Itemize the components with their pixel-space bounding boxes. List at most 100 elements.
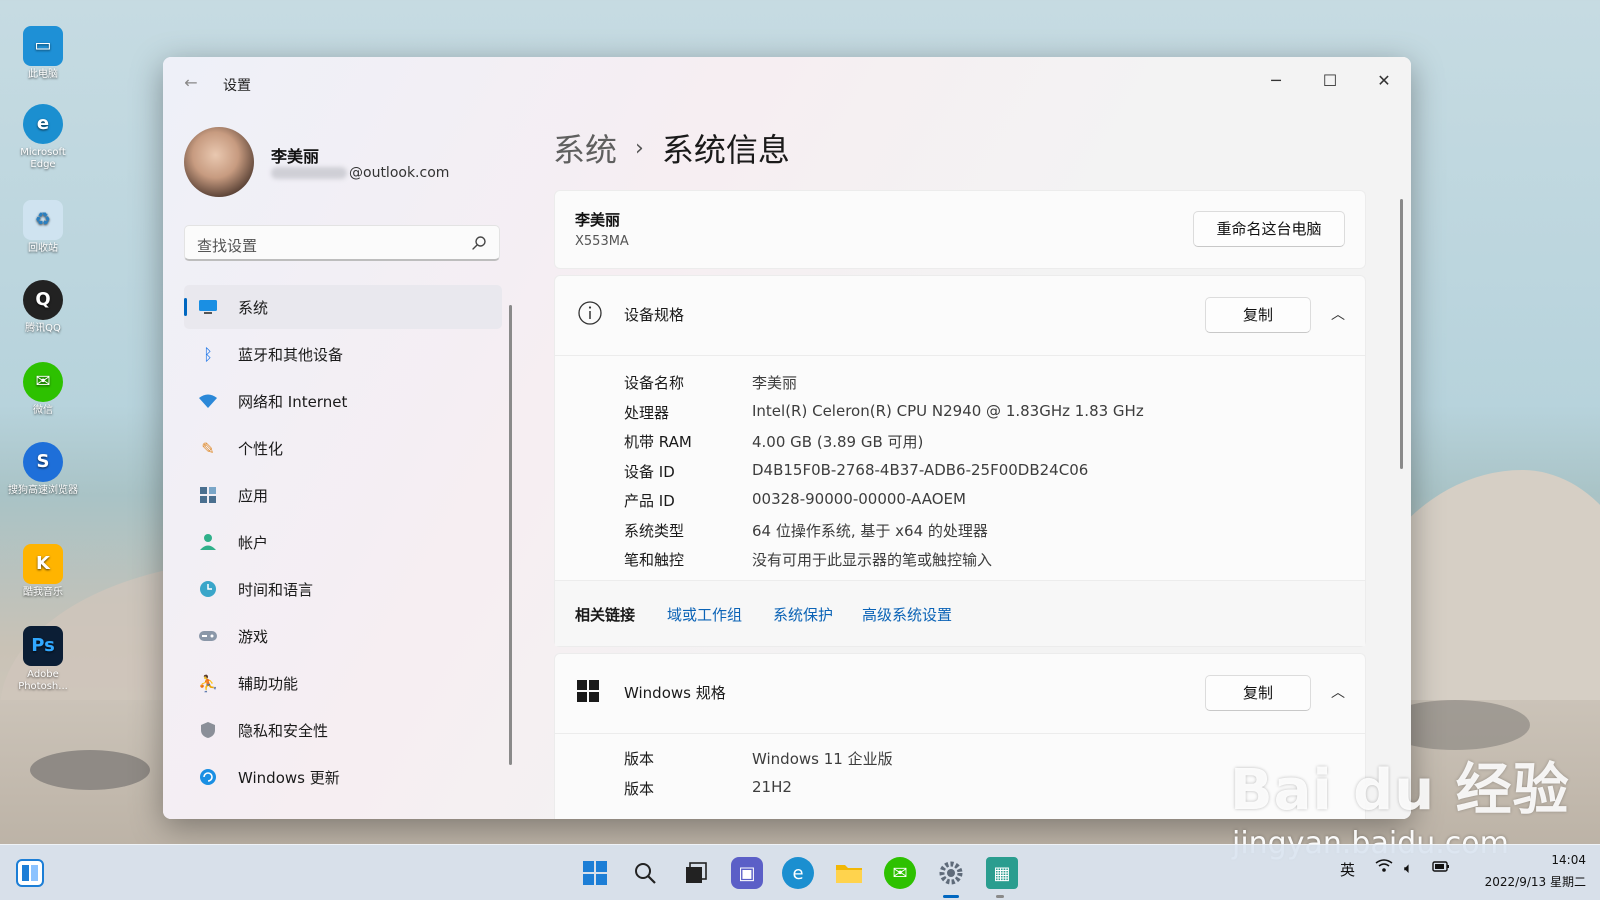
email-redaction: [271, 167, 347, 179]
spec-value: 4.00 GB (3.89 GB 可用): [752, 433, 924, 451]
sidebar-item-privacy[interactable]: 隐私和安全性: [184, 708, 502, 752]
link-advanced-system-settings[interactable]: 高级系统设置: [862, 604, 952, 625]
spec-value: Windows 11 企业版: [752, 750, 893, 768]
sidebar-scrollbar[interactable]: [509, 305, 512, 765]
app-title: 设置: [223, 78, 251, 94]
maximize-button[interactable]: ☐: [1307, 65, 1353, 97]
email-domain: @outlook.com: [349, 165, 450, 181]
sidebar-item-label: 辅助功能: [238, 674, 299, 693]
desktop-icon-recycle-bin[interactable]: ♻ 回收站: [8, 200, 78, 255]
back-arrow-icon[interactable]: ←: [179, 71, 203, 95]
clock-time[interactable]: 14:04: [1551, 853, 1586, 867]
sidebar-item-bluetooth[interactable]: ᛒ 蓝牙和其他设备: [184, 332, 502, 376]
sidebar-item-system[interactable]: 系统: [184, 285, 502, 329]
spec-label: 处理器: [624, 403, 670, 422]
sidebar-item-label: 游戏: [238, 627, 269, 646]
desktop-icon-qq[interactable]: Q 腾讯QQ: [8, 280, 78, 335]
breadcrumb: 系统 › 系统信息: [553, 125, 790, 171]
brush-icon: ✎: [201, 438, 215, 458]
spec-value: 21H2: [752, 777, 792, 796]
edge-icon[interactable]: e: [782, 857, 814, 889]
desktop-icon-this-pc[interactable]: ▭ 此电脑: [8, 26, 78, 81]
breadcrumb-parent[interactable]: 系统: [553, 125, 617, 171]
spec-label: 设备名称: [624, 374, 685, 392]
desktop-icon-label: 微信: [33, 405, 53, 416]
search-icon[interactable]: [471, 235, 487, 251]
spec-row: 系统类型 64 位操作系统, 基于 x64 的处理器: [555, 514, 1365, 544]
desktop-icon-label: 腾讯QQ: [25, 323, 61, 334]
copy-button[interactable]: 复制: [1205, 297, 1311, 333]
wifi-icon[interactable]: [1375, 859, 1393, 877]
wifi-icon: [198, 391, 218, 411]
desktop-icon-kuwo[interactable]: K 酷我音乐: [8, 544, 78, 599]
clock-date[interactable]: 2022/9/13 星期二: [1485, 873, 1586, 890]
gear-icon[interactable]: [935, 857, 967, 889]
sidebar-item-label: 个性化: [238, 439, 284, 458]
desktop-icon-edge[interactable]: e Microsoft Edge: [8, 104, 78, 171]
related-links-label: 相关链接: [575, 606, 636, 624]
sidebar-item-accessibility[interactable]: ⛹ 辅助功能: [184, 661, 502, 705]
spec-row: 处理器 Intel(R) Celeron(R) CPU N2940 @ 1.83…: [555, 396, 1365, 426]
sidebar-item-accounts[interactable]: 帐户: [184, 520, 502, 564]
wechat-icon: ✉: [23, 362, 63, 402]
ime-indicator[interactable]: 英: [1340, 859, 1355, 880]
search-input[interactable]: 查找设置: [184, 225, 500, 261]
minimize-button[interactable]: ─: [1253, 65, 1299, 97]
sidebar-item-label: 隐私和安全性: [238, 721, 329, 740]
gamepad-icon: [198, 626, 218, 646]
sidebar-item-label: 时间和语言: [238, 580, 314, 599]
sidebar-item-label: 蓝牙和其他设备: [238, 345, 344, 364]
desktop-icon-wechat[interactable]: ✉ 微信: [8, 362, 78, 417]
chevron-up-icon[interactable]: ︿: [1329, 682, 1347, 701]
device-specs-card: 设备规格 复制 ︿ 设备名称 李美丽 处理器 Intel(R) Celeron(…: [554, 275, 1366, 647]
windows-logo-icon: [577, 680, 599, 702]
spec-label: 产品 ID: [624, 492, 675, 510]
windows-start-icon[interactable]: [579, 857, 611, 889]
sidebar-item-time-language[interactable]: 时间和语言: [184, 567, 502, 611]
desktop-icon-label: Microsoft Edge: [20, 147, 66, 170]
folder-icon[interactable]: [833, 857, 865, 889]
widgets-icon[interactable]: [16, 859, 44, 887]
rename-pc-button[interactable]: 重命名这台电脑: [1193, 211, 1345, 247]
device-name: 李美丽: [575, 211, 621, 229]
spec-label: 版本: [624, 750, 655, 768]
avatar[interactable]: [184, 127, 254, 197]
spec-row: 产品 ID 00328-90000-00000-AAOEM: [555, 484, 1365, 514]
link-domain-workgroup[interactable]: 域或工作组: [667, 604, 742, 625]
volume-icon[interactable]: 🔈︎: [1404, 859, 1413, 877]
close-button[interactable]: ✕: [1361, 65, 1407, 97]
teams-chat-icon[interactable]: ▣: [731, 857, 763, 889]
link-system-protection[interactable]: 系统保护: [773, 604, 833, 625]
task-view-icon[interactable]: [680, 857, 712, 889]
spec-row: 机带 RAM 4.00 GB (3.89 GB 可用): [555, 425, 1365, 455]
desktop-icon-sogou-browser[interactable]: S 搜狗高速浏览器: [8, 442, 78, 497]
device-specs-header[interactable]: 设备规格 复制 ︿: [555, 276, 1365, 356]
spec-value: 李美丽: [752, 374, 798, 392]
section-title: Windows 规格: [624, 684, 726, 702]
content-scrollbar[interactable]: [1400, 199, 1403, 469]
battery-icon[interactable]: [1432, 859, 1450, 877]
search-icon[interactable]: [629, 857, 661, 889]
accessibility-icon: ⛹: [198, 673, 218, 693]
desktop-icon-label: 回收站: [28, 243, 58, 254]
windows-update-icon: [198, 767, 218, 787]
spec-value: 没有可用于此显示器的笔或触控输入: [752, 551, 993, 569]
app-icon[interactable]: ▦: [986, 857, 1018, 889]
spec-label: 系统类型: [624, 521, 685, 540]
windows-specs-header[interactable]: Windows 规格 复制 ︿: [555, 654, 1365, 734]
title-bar[interactable]: ← 设置 ─ ☐ ✕: [163, 57, 1411, 105]
copy-button[interactable]: 复制: [1205, 675, 1311, 711]
sidebar-item-apps[interactable]: 应用: [184, 473, 502, 517]
desktop-icon-photoshop[interactable]: Ps Adobe Photosh...: [8, 626, 78, 693]
sidebar-item-personalization[interactable]: ✎ 个性化: [184, 426, 502, 470]
wechat-icon[interactable]: ✉: [884, 857, 916, 889]
sidebar-item-label: 系统: [238, 298, 269, 317]
chevron-up-icon[interactable]: ︿: [1329, 304, 1347, 323]
breadcrumb-separator: ›: [635, 135, 644, 161]
sidebar-item-network[interactable]: 网络和 Internet: [184, 379, 502, 423]
desktop-rock: [30, 750, 150, 790]
sidebar-item-windows-update[interactable]: Windows 更新: [184, 755, 502, 799]
shield-icon: [198, 720, 218, 740]
sidebar-item-gaming[interactable]: 游戏: [184, 614, 502, 658]
spec-value: 00328-90000-00000-AAOEM: [752, 490, 966, 508]
